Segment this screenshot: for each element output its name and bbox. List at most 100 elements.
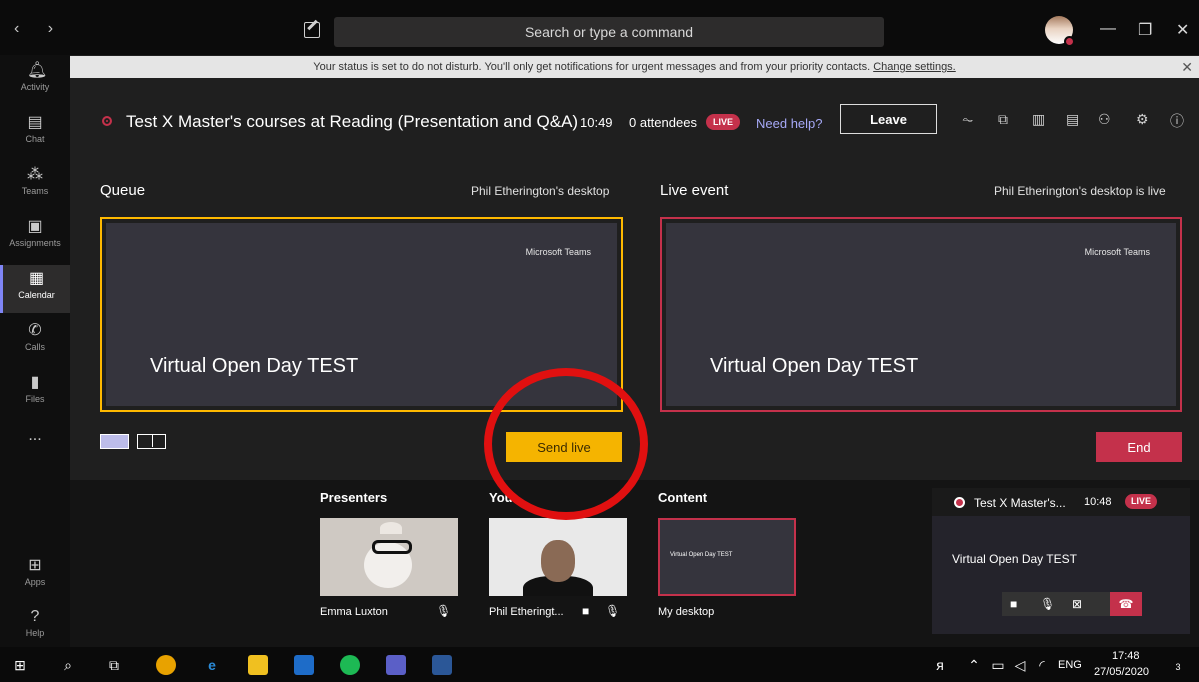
mic-icon[interactable]: 🎙︎: [1040, 597, 1055, 611]
leave-button[interactable]: Leave: [840, 104, 937, 134]
bell-icon: 🔔︎: [27, 62, 48, 79]
windows-start-icon[interactable]: ⊞: [10, 655, 30, 675]
queue-subtitle: Phil Etherington's desktop: [471, 184, 610, 198]
live-preview[interactable]: Microsoft Teams Virtual Open Day TEST: [660, 217, 1182, 412]
left-rail: 🔔︎ Activity ▤ Chat ⁂ Teams ▣ Assignments…: [0, 55, 70, 647]
search-icon[interactable]: ⌕: [58, 655, 78, 675]
battery-icon[interactable]: ▭: [988, 655, 1008, 675]
rail-activity[interactable]: 🔔︎ Activity: [0, 57, 70, 105]
you-video-tile[interactable]: [489, 518, 627, 596]
rail-teams[interactable]: ⁂ Teams: [0, 161, 70, 209]
help-icon: ?: [30, 608, 40, 625]
mic-icon[interactable]: 🎙︎: [605, 604, 620, 618]
task-view-icon[interactable]: ⧉: [104, 655, 124, 675]
rail-chat[interactable]: ▤ Chat: [0, 109, 70, 157]
queue-slide: Microsoft Teams Virtual Open Day TEST: [106, 223, 617, 406]
rail-label: Calendar: [18, 290, 55, 300]
mini-player-time: 10:48: [1084, 496, 1112, 508]
language-indicator[interactable]: ENG: [1058, 659, 1082, 671]
recording-icon: [954, 497, 965, 508]
presenters-label: Presenters: [320, 490, 388, 505]
maximize-button[interactable]: ❐: [1138, 20, 1152, 40]
chrome-icon[interactable]: [156, 655, 176, 675]
live-title: Live event: [660, 182, 729, 199]
share-icon[interactable]: ⊠: [1072, 597, 1082, 611]
edge-icon[interactable]: e: [202, 655, 222, 675]
rail-calls[interactable]: ✆ Calls: [0, 317, 70, 365]
compose-icon[interactable]: [304, 22, 320, 38]
rail-label: Apps: [24, 577, 46, 587]
chevron-up-icon[interactable]: ⌃: [964, 655, 984, 675]
hangup-button[interactable]: ☎: [1110, 592, 1142, 616]
info-icon[interactable]: ⓘ: [1170, 111, 1184, 131]
queue-slide-title: Virtual Open Day TEST: [150, 355, 359, 377]
attendee-count: 0 attendees: [629, 115, 697, 130]
gear-icon[interactable]: ⚙: [1136, 111, 1149, 128]
end-button[interactable]: End: [1096, 432, 1182, 462]
rail-help[interactable]: ? Help: [0, 603, 70, 651]
queue-preview[interactable]: Microsoft Teams Virtual Open Day TEST: [100, 217, 623, 412]
notification-count: 3: [1175, 662, 1181, 672]
spotify-icon[interactable]: [340, 655, 360, 675]
live-slide-title: Virtual Open Day TEST: [710, 355, 919, 377]
assignments-icon: ▣: [27, 218, 43, 235]
content-tile[interactable]: Virtual Open Day TEST: [658, 518, 796, 596]
health-icon[interactable]: ⏦: [962, 111, 973, 128]
dnd-status-icon: [1064, 36, 1075, 47]
content-label: Content: [658, 490, 708, 505]
change-settings-link[interactable]: Change settings.: [873, 61, 956, 73]
status-banner: Your status is set to do not disturb. Yo…: [70, 56, 1199, 78]
live-badge: LIVE: [706, 114, 741, 130]
more-icon: ...: [28, 427, 42, 444]
content-mini-title: Virtual Open Day TEST: [670, 552, 733, 558]
word-icon[interactable]: [432, 655, 452, 675]
banner-message: Your status is set to do not disturb. Yo…: [313, 61, 874, 73]
people-icon[interactable]: ᴙ: [930, 655, 950, 675]
rail-calendar[interactable]: ▦ Calendar: [0, 265, 70, 313]
volume-icon[interactable]: ◁: [1010, 655, 1030, 675]
rail-more[interactable]: ...: [0, 427, 70, 475]
mini-player[interactable]: Test X Master's... 10:48 LIVE Virtual Op…: [932, 488, 1190, 634]
wifi-icon[interactable]: ◜: [1032, 655, 1052, 675]
rail-label: Files: [25, 394, 45, 404]
close-button[interactable]: ✕: [1176, 20, 1189, 40]
teams-taskbar-icon[interactable]: [386, 655, 406, 675]
outlook-icon[interactable]: [294, 655, 314, 675]
live-subtitle: Phil Etherington's desktop is live: [994, 184, 1166, 198]
folder-icon[interactable]: [248, 655, 268, 675]
meeting-time: 10:49: [580, 115, 613, 130]
rail-apps[interactable]: ⊞ Apps: [0, 552, 70, 600]
live-brand: Microsoft Teams: [1084, 247, 1150, 257]
chat-panel-icon[interactable]: ▤: [1066, 111, 1079, 128]
title-bar: ‹ › Search or type a command — ❐ ✕: [0, 0, 1199, 55]
teams-icon: ⁂: [27, 166, 43, 183]
send-live-button[interactable]: Send live: [506, 432, 622, 462]
rail-label: Help: [25, 628, 45, 638]
camera-icon[interactable]: ■: [1010, 597, 1017, 611]
split-layout-icon[interactable]: [137, 434, 166, 449]
queue-brand: Microsoft Teams: [525, 247, 591, 257]
single-layout-icon[interactable]: [100, 434, 129, 449]
presenter-video-tile[interactable]: [320, 518, 458, 596]
notes-icon[interactable]: ▥: [1032, 111, 1045, 128]
back-forward-arrows[interactable]: ‹ ›: [14, 20, 65, 38]
rail-files[interactable]: ▮ Files: [0, 369, 70, 417]
share-tray-icon[interactable]: ⧉: [998, 111, 1008, 128]
participants-icon[interactable]: ⚇: [1098, 111, 1111, 128]
rail-assignments[interactable]: ▣ Assignments: [0, 213, 70, 261]
search-input[interactable]: Search or type a command: [334, 17, 884, 47]
need-help-link[interactable]: Need help?: [756, 116, 823, 131]
taskbar: ⊞ ⌕ ⧉ e ᴙ ⌃ ▭ ◁ ◜ ENG 17:48 27/05/2020 3: [0, 647, 1199, 682]
clock-date[interactable]: 27/05/2020: [1094, 666, 1149, 678]
rail-label: Teams: [21, 186, 49, 196]
minimize-button[interactable]: —: [1100, 20, 1116, 38]
rail-label: Activity: [20, 82, 50, 92]
notification-icon[interactable]: 3: [1168, 655, 1188, 675]
meeting-header: Test X Master's courses at Reading (Pres…: [70, 78, 1199, 156]
queue-title: Queue: [100, 182, 146, 199]
clock-time[interactable]: 17:48: [1112, 650, 1140, 662]
close-icon[interactable]: ✕: [1181, 56, 1193, 78]
camera-icon[interactable]: ■: [582, 604, 589, 618]
mic-icon[interactable]: 🎙︎: [436, 604, 451, 618]
rail-label: Assignments: [9, 238, 61, 248]
